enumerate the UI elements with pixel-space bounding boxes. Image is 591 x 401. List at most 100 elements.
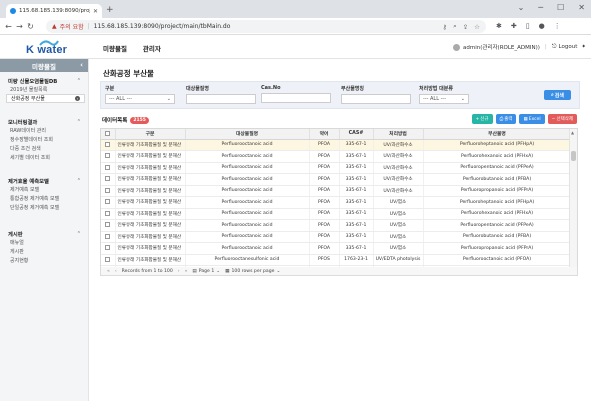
next-page-icon[interactable]: › [178, 269, 180, 274]
first-page-icon[interactable]: « [107, 269, 110, 274]
row-checkbox[interactable] [101, 219, 116, 232]
close-window-icon[interactable]: ✕ [578, 3, 585, 12]
sidebar-group-title[interactable]: 제거효율 예측모델 ⌃ [0, 176, 89, 185]
more-menu-icon[interactable]: ⋮ [554, 22, 561, 30]
logout-icon[interactable]: ⎋ [552, 43, 557, 51]
table-row[interactable]: 인류유래 기초화합물질 및 분해산 Perfluorooctanoic acid P… [101, 185, 572, 197]
table-row[interactable]: 인류유래 기초화합물질 및 분해산 Perfluorooctanoic acid P… [101, 231, 572, 243]
sidebar-item-plant-data[interactable]: 정수장별데이터 조회 [0, 135, 89, 144]
sidebar-group-title[interactable]: 미량 신물오염물질DB ⌃ [0, 76, 89, 85]
table-row[interactable]: 인류유래 기초화합물질 및 분해산 Perfluorooctanoic acid P… [101, 173, 572, 186]
col-header-abbr[interactable]: 약어 [309, 129, 340, 140]
bookmark-star-icon[interactable]: ☆ [474, 23, 480, 31]
table-row[interactable]: 인류유래 기초화합물질 및 분해산 Perfluorooctanoic acid P… [101, 208, 572, 220]
cell-category: 인류유래 기초화합물질 및 분해산 [115, 231, 186, 243]
excel-button[interactable]: ▦ Excel [519, 114, 545, 124]
prev-page-icon[interactable]: ‹ [115, 269, 117, 274]
minimize-icon[interactable]: ─ [538, 3, 543, 12]
table-row[interactable]: 인류유래 기초화합물질 및 분해산 Perfluorooctanoic acid P… [101, 150, 572, 163]
search-icon[interactable]: ⌕ [453, 22, 457, 31]
cell-target: Perfluorooctanesulfonic acid [185, 254, 310, 266]
row-checkbox[interactable] [101, 242, 116, 255]
col-header-method[interactable]: 처리방법 [373, 129, 424, 140]
page-selector[interactable]: ▤ Page 1 ⌄ [192, 269, 220, 274]
table-row[interactable]: 인류유래 기초화합물질 및 분해산 Perfluorooctanoic acid P… [101, 242, 572, 255]
sidebar-item-board[interactable]: 게시판 [0, 247, 89, 256]
sidepanel-icon[interactable]: ▯ [526, 22, 530, 30]
row-checkbox[interactable] [101, 162, 116, 174]
cas-no-input[interactable] [261, 93, 331, 103]
last-page-icon[interactable]: » [185, 269, 188, 274]
table-row[interactable]: 인류유래 기초화합물질 및 분해산 Perfluorooctanoic acid P… [101, 219, 572, 232]
row-checkbox[interactable] [101, 196, 116, 209]
url-text: 115.68.185.139:8090/project/main/tbMain.… [93, 23, 231, 30]
table-row[interactable]: 인류유래 기초화합물질 및 분해산 Perfluorooctanoic acid P… [101, 139, 572, 151]
top-menu-trace-substances[interactable]: 미량물질 [103, 43, 127, 53]
table-row[interactable]: 인류유래 기초화합물질 및 분해산 Perfluorooctanoic acid P… [101, 162, 572, 174]
sidebar-item-integrated-model[interactable]: 통합공정 제거예측 모델 [0, 194, 89, 203]
forward-icon[interactable]: → [14, 22, 25, 31]
sidebar-item-2019-list[interactable]: 2019년 물질목록 [0, 85, 89, 94]
share-icon[interactable]: ⇪ [463, 23, 468, 31]
extension-icon[interactable]: ✱ [496, 22, 502, 30]
category-select[interactable]: --- ALL --- ⌄ [105, 94, 175, 104]
row-checkbox[interactable] [101, 254, 116, 266]
kwater-logo[interactable]: K water [17, 39, 72, 59]
table-row[interactable]: 인류유래 기초화합물질 및 분해산 Perfluorooctanoic acid P… [101, 196, 572, 209]
treatment-select[interactable]: --- ALL --- ⌄ [419, 94, 469, 104]
rows-per-page-select[interactable]: ▦ 100 rows per page ⌄ [225, 269, 280, 274]
row-checkbox[interactable] [101, 185, 116, 197]
back-icon[interactable]: ← [3, 22, 14, 31]
sidebar-item-manual[interactable]: 매뉴얼 [0, 238, 89, 247]
window-controls: ⌄ ─ ☐ ✕ [518, 3, 585, 12]
scrollbar-thumb[interactable] [571, 151, 576, 161]
top-menu-admin[interactable]: 관리자 [143, 43, 161, 53]
table-row[interactable]: 인류유래 기초화합물질 및 분해산Perfluorooctanesulfonic… [101, 254, 572, 266]
row-checkbox[interactable] [101, 150, 116, 163]
delete-selected-button[interactable]: − 선택삭제 [547, 114, 577, 124]
pin-icon[interactable]: ✦ [581, 44, 586, 50]
scroll-up-icon[interactable]: ▲ [571, 130, 574, 135]
col-header-cas[interactable]: CAS# [339, 129, 374, 140]
row-checkbox[interactable] [101, 231, 116, 243]
row-checkbox[interactable] [101, 173, 116, 186]
add-button[interactable]: + 신규 [471, 114, 493, 124]
sidebar-item-raw-data[interactable]: RAW데이터 관리 [0, 126, 89, 135]
target-substance-input[interactable] [186, 94, 256, 104]
chevron-down-icon[interactable]: ⌄ [518, 3, 525, 12]
puzzle-icon[interactable]: ✚ [511, 22, 517, 30]
row-checkbox[interactable] [101, 139, 116, 151]
new-tab-button[interactable]: + [106, 5, 114, 15]
cell-category: 인류유래 기초화합물질 및 분해산 [115, 139, 186, 151]
sidebar-item-oxidation-byproducts[interactable]: 산화공정 부산물 › [6, 94, 85, 103]
collapse-sidebar-icon[interactable]: ‹ [80, 61, 83, 69]
sidebar-item-period-data[interactable]: 세기별 데이터 조회 [0, 153, 89, 162]
security-warning[interactable]: 주의 요함 [60, 22, 84, 31]
vertical-scrollbar[interactable]: ▲ ▼ [569, 129, 577, 274]
browser-tab[interactable]: 115.68.185.139:8090/project/m ✕ [6, 4, 102, 18]
sidebar-item-notices[interactable]: 공지현황 [0, 256, 89, 265]
search-button[interactable]: ⌕ 검색 [544, 90, 571, 100]
col-header-byproduct[interactable]: 부산물명 [423, 129, 572, 140]
sidebar-group-title[interactable]: 게시판 ⌃ [0, 229, 89, 238]
col-header-category[interactable]: 구분 [115, 129, 186, 140]
byproduct-name-input[interactable] [341, 94, 411, 104]
logo-text: K water [26, 44, 68, 56]
cell-category: 인류유래 기초화합물질 및 분해산 [115, 196, 186, 209]
sidebar-item-prediction-model[interactable]: 제거예측 모델 [0, 185, 89, 194]
row-checkbox[interactable] [101, 208, 116, 220]
sidebar-item-single-model[interactable]: 단일공정 제거예측 모델 [0, 203, 89, 212]
close-tab-icon[interactable]: ✕ [93, 8, 98, 15]
col-header-target[interactable]: 대상물질명 [185, 129, 310, 140]
search-panel: 구분 --- ALL --- ⌄ 대상물질명 Cas.No 부산물명칭 처리방법 … [100, 81, 580, 109]
key-icon[interactable]: ⚷ [442, 23, 447, 31]
url-input[interactable]: ▲ 주의 요함 | 115.68.185.139:8090/project/ma… [46, 20, 486, 33]
profile-icon[interactable]: ● [539, 22, 545, 30]
select-all-checkbox[interactable] [101, 129, 116, 140]
reload-icon[interactable]: ↻ [25, 22, 36, 31]
print-button[interactable]: ⎙ 출력 [495, 114, 517, 124]
sidebar-item-multi-search[interactable]: 다중 조건 검색 [0, 144, 89, 153]
logout-link[interactable]: Logout [559, 44, 578, 50]
maximize-icon[interactable]: ☐ [557, 3, 564, 12]
sidebar-group-title[interactable]: 모니터링결과 ⌃ [0, 117, 89, 126]
